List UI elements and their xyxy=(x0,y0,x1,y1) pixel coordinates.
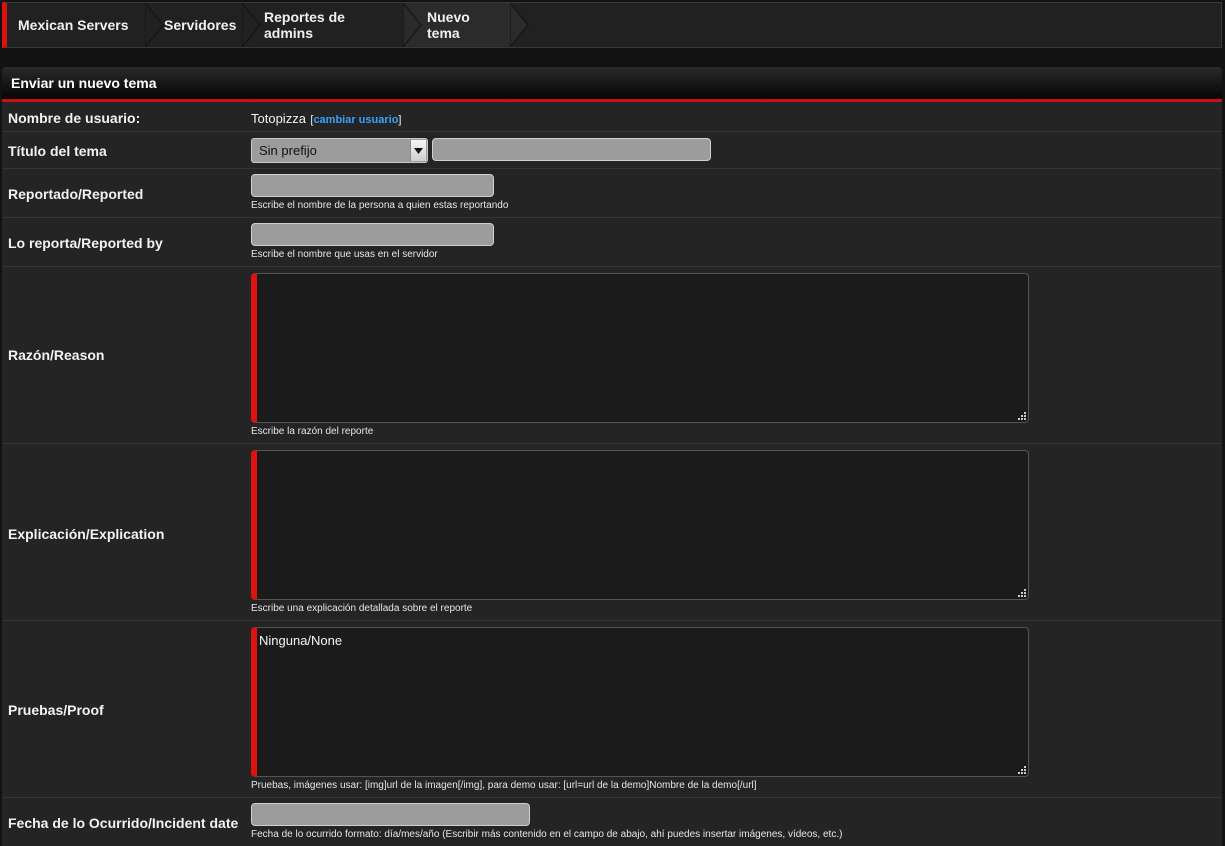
incident-date-hint: Fecha de lo ocurrido formato: día/mes/añ… xyxy=(251,829,843,840)
explanation-textarea[interactable] xyxy=(251,450,1029,600)
resize-grip-icon[interactable] xyxy=(1018,766,1026,774)
title-field: Sin prefijo xyxy=(251,138,713,163)
chevron-right-icon xyxy=(145,3,164,47)
change-user-link[interactable]: cambiar usuario xyxy=(313,114,398,126)
resize-grip-icon[interactable] xyxy=(1018,589,1026,597)
incident-date-label: Fecha de lo Ocurrido/Incident date xyxy=(8,815,239,831)
chevron-right-icon xyxy=(242,3,261,47)
breadcrumb-item-mexican-servers[interactable]: Mexican Servers xyxy=(7,3,164,47)
reported-by-field: Escribe el nombre que usas en el servido… xyxy=(251,223,494,260)
reported-hint: Escribe el nombre de la persona a quien … xyxy=(251,200,509,211)
prefix-select[interactable]: Sin prefijo xyxy=(251,138,428,163)
reason-field: Escribe la razón del reporte xyxy=(251,273,1029,437)
reason-textarea[interactable] xyxy=(251,273,1029,423)
triangle-down-icon xyxy=(410,140,426,161)
proof-text: Ninguna/None xyxy=(259,633,343,648)
reported-by-row: Lo reporta/Reported by Escribe el nombre… xyxy=(2,218,1222,267)
username-row: Nombre de usuario: Totopizza [cambiar us… xyxy=(2,102,1222,132)
breadcrumb-label: Nuevo tema xyxy=(427,9,470,41)
breadcrumb: Mexican Servers Servidores Reportes de a… xyxy=(2,2,1222,48)
reported-field: Escribe el nombre de la persona a quien … xyxy=(251,174,508,211)
reason-hint: Escribe la razón del reporte xyxy=(251,426,374,437)
reported-label: Reportado/Reported xyxy=(8,186,144,202)
chevron-right-icon xyxy=(403,3,422,47)
reason-row: Razón/Reason Escribe la razón del report… xyxy=(2,267,1222,444)
proof-row: Pruebas/Proof Ninguna/None Pruebas, imág… xyxy=(2,621,1222,798)
incident-date-field: Fecha de lo ocurrido formato: día/mes/añ… xyxy=(251,803,842,840)
explanation-hint: Escribe una explicación detallada sobre … xyxy=(251,603,473,614)
proof-field: Ninguna/None Pruebas, imágenes usar: [im… xyxy=(251,627,1029,791)
breadcrumb-item-reportes-de-admins[interactable]: Reportes de admins xyxy=(244,3,422,47)
reported-input[interactable] xyxy=(251,174,494,197)
username-label: Nombre de usuario: xyxy=(8,110,141,126)
incident-date-input[interactable] xyxy=(251,803,530,826)
breadcrumb-label: Mexican Servers xyxy=(18,17,129,33)
reported-by-hint: Escribe el nombre que usas en el servido… xyxy=(251,249,438,260)
breadcrumb-label: Reportes de admins xyxy=(264,9,345,41)
reported-row: Reportado/Reported Escribe el nombre de … xyxy=(2,169,1222,218)
title-label: Título del tema xyxy=(8,143,107,159)
new-thread-form: Enviar un nuevo tema Nombre de usuario: … xyxy=(2,67,1222,846)
bracket-close: ] xyxy=(398,114,402,126)
reported-by-input[interactable] xyxy=(251,223,494,246)
proof-hint: Pruebas, imágenes usar: [img]url de la i… xyxy=(251,780,757,791)
proof-label: Pruebas/Proof xyxy=(8,702,104,718)
username-field: Totopizza [cambiar usuario] xyxy=(251,110,401,128)
resize-grip-icon[interactable] xyxy=(1018,412,1026,420)
title-input[interactable] xyxy=(432,138,711,161)
explanation-row: Explicación/Explication Escribe una expl… xyxy=(2,444,1222,621)
explanation-field: Escribe una explicación detallada sobre … xyxy=(251,450,1029,614)
form-header: Enviar un nuevo tema xyxy=(2,67,1222,102)
incident-date-row: Fecha de lo Ocurrido/Incident date Fecha… xyxy=(2,798,1222,846)
prefix-select-value: Sin prefijo xyxy=(259,143,317,158)
title-row: Título del tema Sin prefijo xyxy=(2,132,1222,169)
proof-textarea[interactable]: Ninguna/None xyxy=(251,627,1029,777)
chevron-right-icon xyxy=(510,3,529,47)
username-value: Totopizza xyxy=(251,111,306,126)
reported-by-label: Lo reporta/Reported by xyxy=(8,235,163,251)
breadcrumb-label: Servidores xyxy=(164,17,237,33)
reason-label: Razón/Reason xyxy=(8,347,105,363)
form-title: Enviar un nuevo tema xyxy=(11,75,157,91)
explanation-label: Explicación/Explication xyxy=(8,526,165,542)
